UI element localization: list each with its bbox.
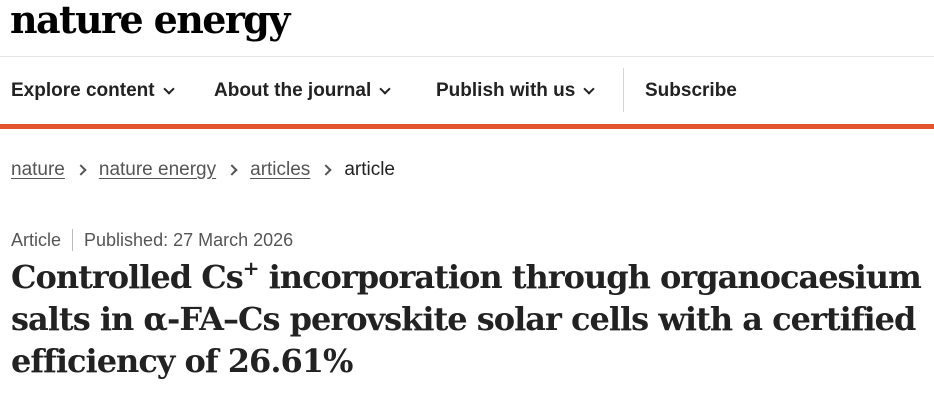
nav-publish-with-us[interactable]: Publish with us <box>436 78 596 104</box>
title-text: Controlled Cs <box>11 258 244 296</box>
main-nav: Explore content About the journal Publis… <box>0 56 934 124</box>
meta-divider <box>72 229 74 251</box>
nav-item-label: Publish with us <box>436 80 576 101</box>
chevron-right-icon <box>75 164 87 176</box>
title-line-1: Controlled Cs+ incorporation through org… <box>11 256 931 298</box>
breadcrumb-current: article <box>344 159 395 180</box>
breadcrumb-nature[interactable]: nature <box>11 159 65 181</box>
chevron-down-icon <box>379 82 391 95</box>
article-type: Article <box>11 229 62 250</box>
title-line-3: efficiency of 26.61% <box>11 342 353 380</box>
title-superscript: + <box>242 256 260 280</box>
nav-subscribe[interactable]: Subscribe <box>645 78 737 104</box>
nav-divider <box>623 68 624 112</box>
accent-divider <box>0 124 934 129</box>
nav-item-label: About the journal <box>214 80 372 101</box>
breadcrumb-articles[interactable]: articles <box>250 159 310 181</box>
title-text: incorporation through organocaesium <box>258 258 922 296</box>
title-line-2: salts in α-FA–Cs perovskite solar cells … <box>11 300 916 338</box>
nav-explore-content[interactable]: Explore content <box>11 78 175 104</box>
chevron-down-icon <box>162 82 175 95</box>
site-logo[interactable]: nature energy <box>10 0 290 44</box>
page: nature energy Explore content About the … <box>0 0 934 400</box>
breadcrumb-nature-energy[interactable]: nature energy <box>99 159 216 181</box>
chevron-right-icon <box>226 164 238 176</box>
nav-about-journal[interactable]: About the journal <box>214 78 391 104</box>
article-meta: Article Published: 27 March 2026 <box>11 227 293 253</box>
chevron-right-icon <box>320 164 332 176</box>
nav-item-label: Subscribe <box>645 80 737 101</box>
site-header: nature energy <box>0 0 934 57</box>
nav-item-label: Explore content <box>11 80 155 101</box>
chevron-down-icon <box>583 82 596 95</box>
publish-date: Published: 27 March 2026 <box>84 229 294 250</box>
article-title: Controlled Cs+ incorporation through org… <box>11 256 931 382</box>
breadcrumb: nature nature energy articles article <box>11 157 395 183</box>
